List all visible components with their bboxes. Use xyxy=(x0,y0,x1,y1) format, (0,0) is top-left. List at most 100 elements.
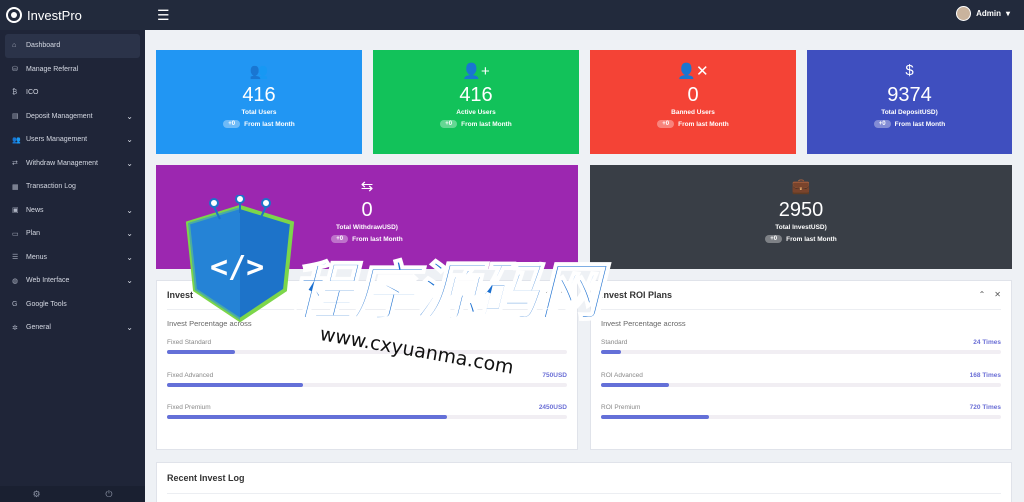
sidebar-nav: ⌂ Dashboard ⛁ Manage Referral ₿ ICO ▤ Deposit M… xyxy=(0,34,145,340)
recent-invest-log-panel: Recent Invest Log xyxy=(156,462,1012,502)
stat-card-total-users: 👥 416 Total Users +0 From last Month xyxy=(156,50,362,154)
retweet-icon: ⇆ xyxy=(360,178,374,195)
chevron-down-icon: ⌄ xyxy=(126,205,133,215)
chevron-down-icon: ⌄ xyxy=(126,252,133,262)
users-icon: 👥 xyxy=(249,63,269,80)
money-bill-icon: $ xyxy=(905,62,914,79)
top-navbar: InvestPro ☰ Admin ▾ xyxy=(0,0,1024,30)
list-icon: ▦ xyxy=(12,183,19,191)
brand-logo-icon xyxy=(6,7,22,23)
sidebar-item-manage-referral[interactable]: ⛁ Manage Referral xyxy=(0,58,145,82)
stat-footer-text: From last Month xyxy=(244,120,295,128)
stat-footer: +0 From last Month xyxy=(156,120,362,128)
progress-row: Standard 24 Times xyxy=(601,339,1001,359)
stat-footer: +0 From last Month xyxy=(590,120,796,128)
recent-invest-log-title: Recent Invest Log xyxy=(167,473,245,483)
stat-footer-text: From last Month xyxy=(786,235,837,243)
watermark: </> 程序源码网 www.cxyuanma.com xyxy=(180,194,603,385)
sidebar-item-label: Plan xyxy=(26,230,41,238)
sidebar-item-label: Deposit Management xyxy=(26,112,93,120)
hamburger-menu-icon[interactable]: ☰ xyxy=(157,7,170,24)
stat-footer: +0 From last Month xyxy=(373,120,579,128)
stat-label: Total Users xyxy=(241,109,277,116)
bitcoin-icon: ₿ xyxy=(12,89,18,97)
sidebar-item-deposit-management[interactable]: ▤ Deposit Management ⌄ xyxy=(0,105,145,129)
stat-footer: +0 From last Month xyxy=(590,235,1012,243)
stat-value: 0 xyxy=(687,84,699,106)
power-icon[interactable]: ⏻ xyxy=(105,489,112,500)
divider xyxy=(601,309,1001,310)
chevron-down-icon: ⌄ xyxy=(126,111,133,121)
collapse-icon[interactable]: ⌃ xyxy=(979,290,986,299)
stat-card-banned-users: 👤✕ 0 Banned Users +0 From last Month xyxy=(590,50,796,154)
divider xyxy=(167,493,1001,494)
stat-label: Total DepositUSD) xyxy=(881,109,938,116)
change-badge: +0 xyxy=(765,235,783,243)
change-badge: +0 xyxy=(873,120,891,128)
progress-track xyxy=(601,415,1001,419)
progress-row: ROI Advanced 168 Times xyxy=(601,372,1001,392)
sidebar-item-menus[interactable]: ☰ Menus ⌄ xyxy=(0,246,145,270)
progress-track xyxy=(167,415,567,419)
sidebar-item-web-interface[interactable]: ◍ Web Interface ⌄ xyxy=(0,269,145,293)
sidebar: ⌂ Dashboard ⛁ Manage Referral ₿ ICO ▤ Deposit M… xyxy=(0,30,145,502)
chevron-down-icon: ▾ xyxy=(1005,9,1010,18)
sidebar-item-users-management[interactable]: 👥 Users Management ⌄ xyxy=(0,128,145,152)
chevron-down-icon: ⌄ xyxy=(126,158,133,168)
sidebar-item-label: Users Management xyxy=(26,136,88,144)
sidebar-item-ico[interactable]: ₿ ICO xyxy=(0,81,145,105)
sidebar-item-label: Menus xyxy=(26,253,48,261)
progress-fill xyxy=(167,415,447,419)
admin-dropdown[interactable]: Admin ▾ xyxy=(956,6,1010,21)
progress-label: Fixed Premium xyxy=(167,404,211,411)
sidebar-item-label: Manage Referral xyxy=(26,65,79,73)
stat-value: 416 xyxy=(242,84,276,106)
sidebar-item-plan[interactable]: ▭ Plan ⌄ xyxy=(0,222,145,246)
globe-icon: ◍ xyxy=(12,277,19,285)
sidebar-item-news[interactable]: ▣ News ⌄ xyxy=(0,199,145,223)
roi-panel: Invest ROI Plans ⌃ ✕ Invest Percentage a… xyxy=(590,280,1012,450)
panel-controls: ⌃ ✕ xyxy=(979,290,1001,299)
stat-label: Active Users xyxy=(456,109,496,116)
progress-value: 24 Times xyxy=(973,339,1001,346)
brand[interactable]: InvestPro xyxy=(0,7,145,23)
progress-fill xyxy=(601,415,709,419)
sidebar-item-label: Google Tools xyxy=(26,300,67,308)
progress-label: ROI Premium xyxy=(601,404,641,411)
progress-label: Standard xyxy=(601,339,628,346)
gear-icon: ✲ xyxy=(12,324,18,332)
stat-footer: +0 From last Month xyxy=(807,120,1012,128)
stat-value: 416 xyxy=(459,84,493,106)
stat-footer-text: From last Month xyxy=(678,120,729,128)
chevron-down-icon: ⌄ xyxy=(126,229,133,239)
briefcase-icon: 💼 xyxy=(791,178,811,195)
deposit-icon: ▤ xyxy=(12,113,19,121)
stat-footer-text: From last Month xyxy=(461,120,512,128)
folder-icon: ▭ xyxy=(12,230,19,238)
close-icon[interactable]: ✕ xyxy=(994,290,1001,299)
chevron-down-icon: ⌄ xyxy=(126,276,133,286)
progress-row: ROI Premium 720 Times xyxy=(601,404,1001,424)
progress-track xyxy=(601,382,1001,387)
change-badge: +0 xyxy=(440,120,458,128)
sitemap-icon: ⛁ xyxy=(12,66,18,74)
admin-label: Admin xyxy=(976,9,1001,18)
sidebar-item-label: News xyxy=(26,206,44,214)
sidebar-item-withdraw-management[interactable]: ⇄ Withdraw Management ⌄ xyxy=(0,152,145,176)
progress-label: ROI Advanced xyxy=(601,371,643,379)
sidebar-item-transaction-log[interactable]: ▦ Transaction Log xyxy=(0,175,145,199)
stat-label: Banned Users xyxy=(671,109,715,116)
sidebar-item-label: Web Interface xyxy=(26,277,70,285)
exchange-icon: ⇄ xyxy=(12,160,18,168)
menu-icon: ☰ xyxy=(12,254,19,262)
progress-value: 168 Times xyxy=(969,371,1001,379)
sidebar-item-google-tools[interactable]: G Google Tools xyxy=(0,293,145,317)
sidebar-item-label: Transaction Log xyxy=(26,183,76,191)
brand-name: InvestPro xyxy=(27,7,82,23)
progress-value: 720 Times xyxy=(969,404,1001,411)
sidebar-item-dashboard[interactable]: ⌂ Dashboard xyxy=(5,34,140,58)
sidebar-item-general[interactable]: ✲ General ⌄ xyxy=(0,316,145,340)
progress-track xyxy=(601,350,1001,354)
settings-gear-icon[interactable]: ⚙ xyxy=(32,489,40,500)
progress-fill xyxy=(601,350,621,354)
